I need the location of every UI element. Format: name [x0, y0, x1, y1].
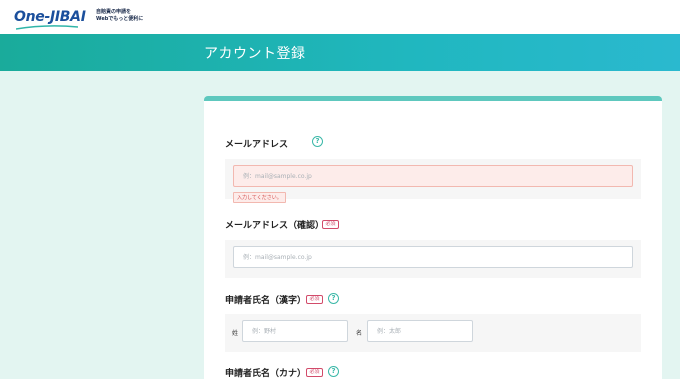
email-confirm-input[interactable]: [233, 246, 633, 268]
header-tagline: 自賠責の申請を Webでもっと便利に: [96, 9, 144, 22]
name-kanji-required-badge: 必須: [306, 295, 323, 304]
email-input[interactable]: [233, 165, 633, 187]
first-name-label: 名: [356, 330, 363, 337]
registration-form-card: メールアドレス ? 入力してください。 メールアドレス（確認） 必須 申請者氏名…: [204, 96, 662, 379]
email-error-message: 入力してください。: [233, 192, 286, 203]
logo-swoosh-icon: [16, 25, 78, 30]
page-banner: アカウント登録: [0, 34, 680, 71]
top-bar: One-JIBAI 自賠責の申請を Webでもっと便利に: [0, 0, 680, 34]
name-kanji-help-icon[interactable]: ?: [328, 293, 339, 304]
name-kana-required-badge: 必須: [306, 368, 323, 377]
name-kana-help-icon[interactable]: ?: [328, 366, 339, 377]
page-title: アカウント登録: [204, 46, 306, 62]
name-kanji-label: 申請者氏名（漢字）: [225, 296, 307, 306]
email-confirm-label: メールアドレス（確認）: [225, 221, 325, 231]
email-label: メールアドレス: [225, 140, 289, 150]
email-help-icon[interactable]: ?: [312, 136, 323, 147]
site-logo[interactable]: One-JIBAI: [14, 8, 86, 30]
logo-text: One-JIBAI: [14, 9, 86, 25]
last-name-label: 姓: [232, 330, 239, 337]
email-confirm-required-badge: 必須: [322, 220, 339, 229]
first-name-input[interactable]: [367, 320, 473, 342]
name-kana-label: 申請者氏名（カナ）: [225, 369, 307, 379]
last-name-input[interactable]: [242, 320, 348, 342]
